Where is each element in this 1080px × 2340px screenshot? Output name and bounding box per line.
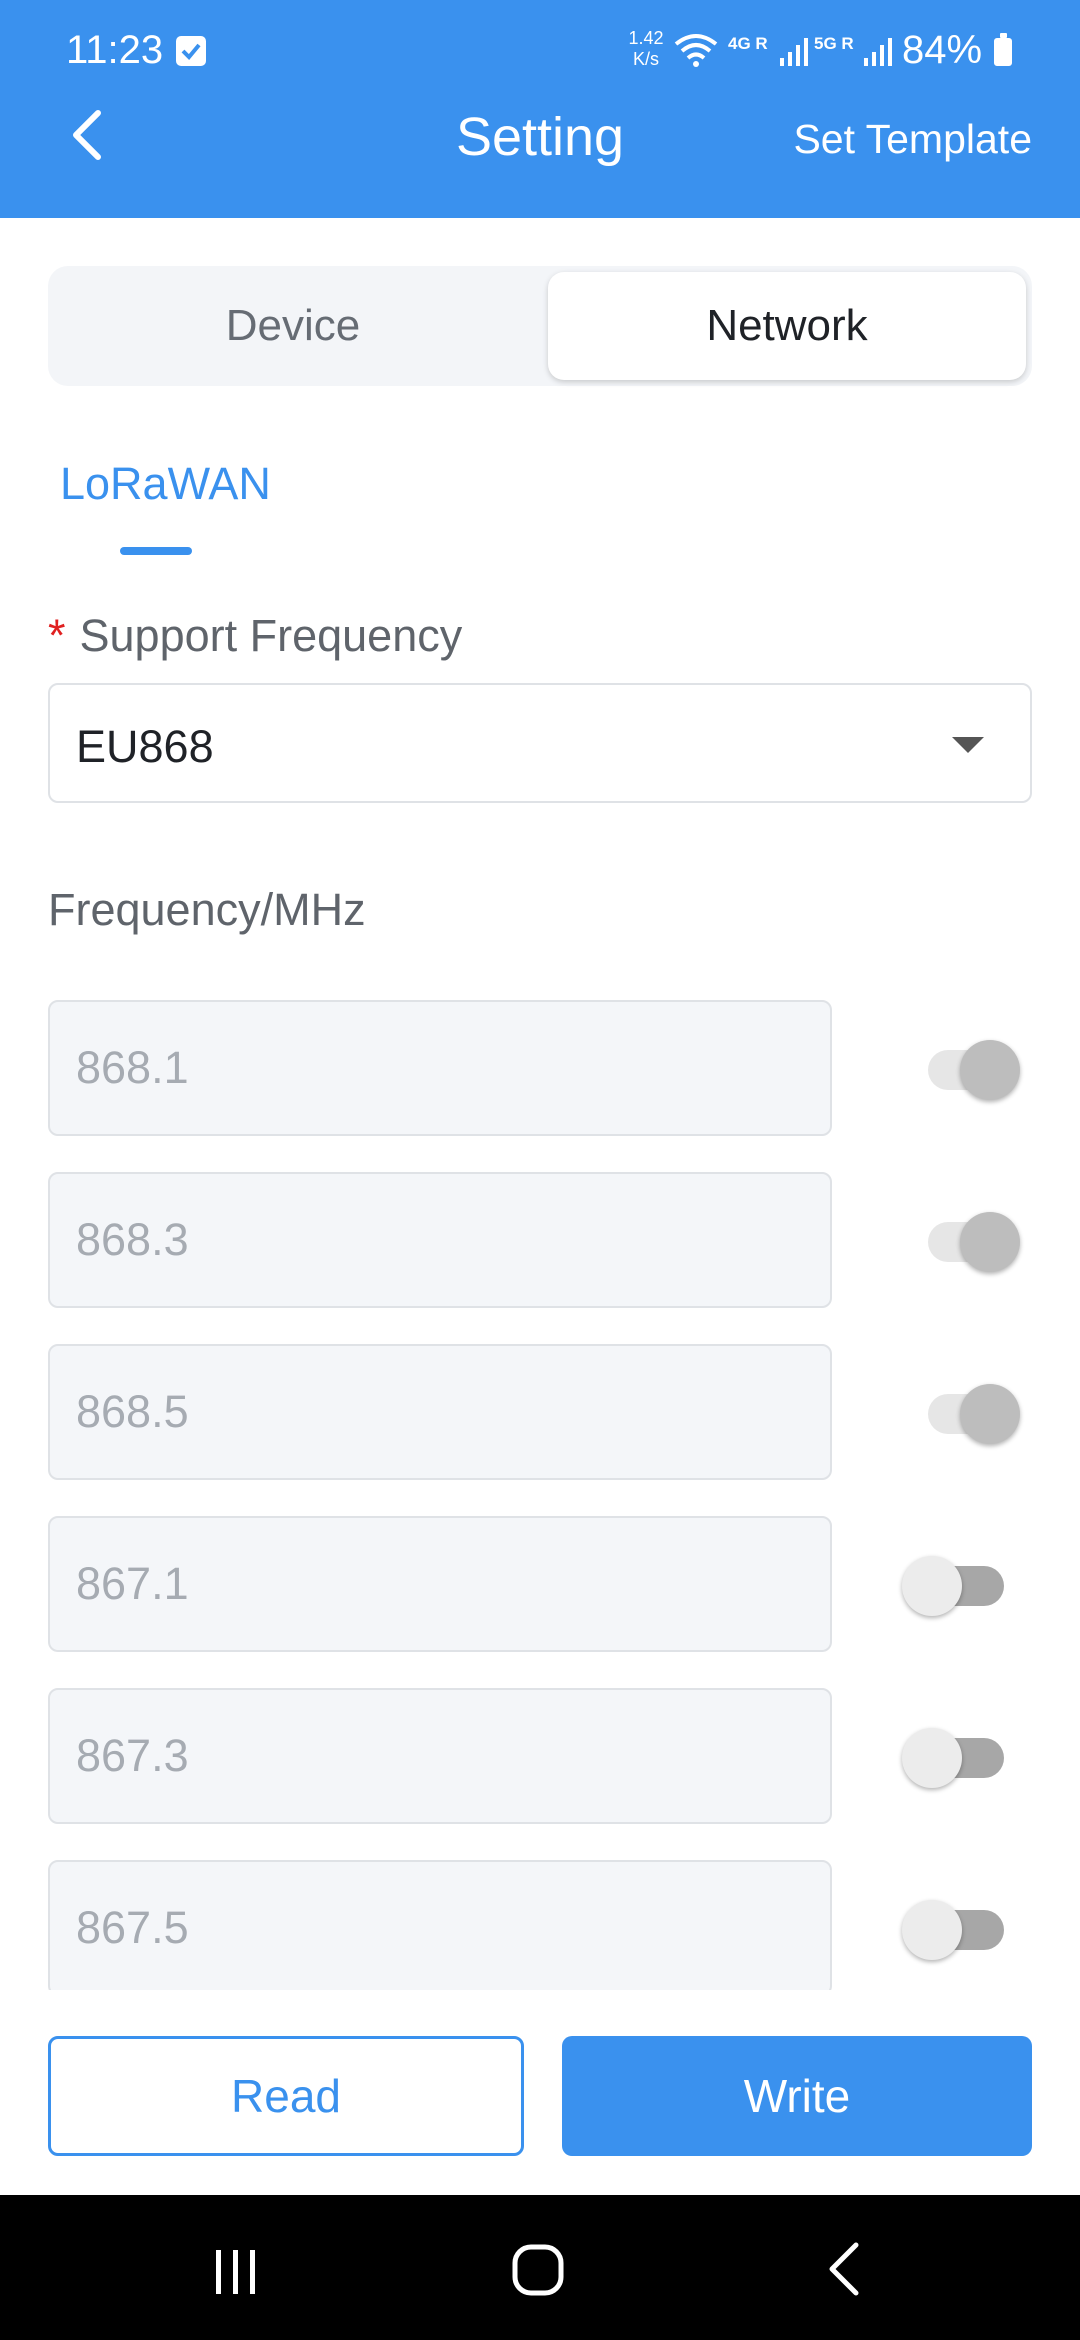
battery-level: 84% [902,28,983,72]
frequency-input[interactable] [48,1000,832,1136]
frequency-toggle[interactable] [902,1212,1022,1272]
tab-lorawan[interactable]: LoRaWAN [60,458,271,510]
frequency-row [0,1000,1080,1136]
set-template-button[interactable]: Set Template [793,116,1032,163]
frequency-row [0,1344,1080,1480]
support-frequency-label-text: Support Frequency [79,610,463,661]
home-icon [512,2244,564,2296]
wifi-icon [674,34,718,67]
frequency-input[interactable] [48,1860,832,1990]
frequency-input[interactable] [48,1172,832,1308]
support-frequency-value: EU868 [76,721,214,772]
support-frequency-label: * Support Frequency [48,610,462,662]
frequency-row [0,1516,1080,1652]
toggle-knob [902,1900,962,1960]
toggle-knob [960,1384,1020,1444]
frequency-row [0,1860,1080,1990]
active-tab-indicator [120,547,192,555]
write-button[interactable]: Write [562,2036,1032,2156]
recent-apps-icon [216,2250,255,2294]
network-4g-label: 4G R [728,34,768,53]
frequency-row [0,1172,1080,1308]
tab-network[interactable]: Network [548,272,1026,380]
system-back-button[interactable] [762,2195,922,2340]
network-speed: 1.42 K/s [628,28,664,69]
toggle-knob [902,1728,962,1788]
frequency-label: Frequency/MHz [48,884,366,935]
home-button[interactable] [458,2195,618,2340]
status-bar: 11:23 1.42 K/s 4G R 5G R 84% [0,0,1080,100]
frequency-row [0,1688,1080,1824]
required-mark: * [48,610,66,661]
frequency-input[interactable] [48,1688,832,1824]
status-time: 11:23 [66,28,164,72]
toggle-knob [960,1040,1020,1100]
frequency-list[interactable] [0,1000,1080,1990]
network-5g-label: 5G R [814,34,854,53]
back-button[interactable] [60,105,120,165]
back-arrow-icon [829,2242,859,2296]
tab-device[interactable]: Device [54,272,532,380]
support-frequency-select[interactable]: EU868 [48,683,1032,803]
segmented-tabs: Device Network [48,266,1032,386]
caret-down-icon [952,737,984,753]
notification-check-icon [176,36,206,66]
recent-apps-button[interactable] [156,2195,316,2340]
signal-icon [864,38,892,66]
frequency-input[interactable] [48,1516,832,1652]
action-bar: Read Write [0,1990,1080,2195]
battery-icon [994,33,1012,66]
frequency-toggle[interactable] [902,1040,1022,1100]
toggle-knob [902,1556,962,1616]
chevron-left-icon [73,110,101,160]
app-header: 11:23 1.42 K/s 4G R 5G R 84% Setting Set [0,0,1080,218]
frequency-toggle[interactable] [902,1556,1022,1616]
signal-icon [780,38,808,66]
toggle-knob [960,1212,1020,1272]
system-nav-bar [0,2195,1080,2340]
page-title: Setting [455,107,625,167]
frequency-toggle[interactable] [902,1728,1022,1788]
frequency-toggle[interactable] [902,1900,1022,1960]
frequency-input[interactable] [48,1344,832,1480]
frequency-toggle[interactable] [902,1384,1022,1444]
read-button[interactable]: Read [48,2036,524,2156]
